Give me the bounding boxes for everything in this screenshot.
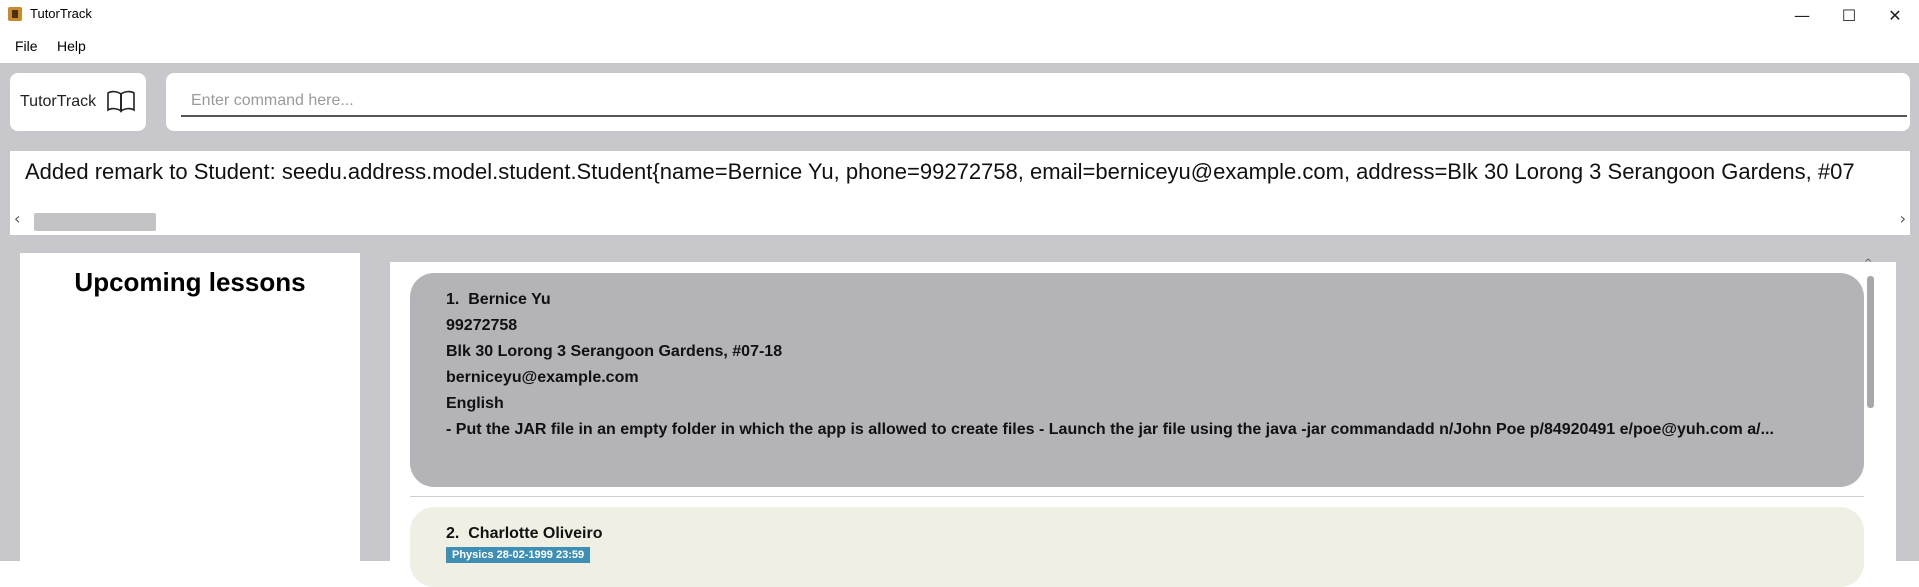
title-bar: TutorTrack — ☐ ✕ (0, 0, 1919, 30)
card-divider (410, 496, 1864, 497)
result-text: Added remark to Student: seedu.address.m… (25, 159, 1855, 184)
student-index: 2. (446, 525, 460, 542)
upcoming-lessons-panel: Upcoming lessons (20, 253, 360, 561)
menu-help[interactable]: Help (57, 38, 86, 54)
brand-label: TutorTrack (20, 93, 97, 110)
brand-box: TutorTrack (10, 73, 146, 131)
student-subject: English (446, 395, 504, 412)
scroll-left-icon[interactable]: ‹ (14, 209, 20, 228)
student-card-selected[interactable]: 1. Bernice Yu 99272758 Blk 30 Lorong 3 S… (410, 273, 1864, 487)
result-display: Added remark to Student: seedu.address.m… (10, 151, 1910, 235)
student-name: 2. Charlotte Oliveiro (446, 525, 602, 543)
horizontal-scrollbar-thumb[interactable] (34, 213, 156, 231)
scroll-right-icon[interactable]: › (1900, 209, 1906, 228)
book-icon (107, 90, 135, 113)
command-box (166, 73, 1910, 131)
minimize-button[interactable]: — (1779, 0, 1825, 30)
student-name-text: Charlotte Oliveiro (468, 525, 603, 542)
scroll-up-icon[interactable]: ^ (1864, 258, 1872, 269)
window-title: TutorTrack (30, 6, 92, 21)
student-email: berniceyu@example.com (446, 369, 639, 386)
student-remark: - Put the JAR file in an empty folder in… (446, 421, 1774, 438)
student-name: 1. Bernice Yu (446, 291, 551, 309)
vertical-scrollbar-thumb[interactable] (1867, 276, 1874, 408)
menu-bar: File Help (0, 30, 1919, 63)
student-address: Blk 30 Lorong 3 Serangoon Gardens, #07-1… (446, 343, 783, 360)
close-button[interactable]: ✕ (1872, 0, 1918, 30)
student-index: 1. (446, 291, 460, 308)
student-card[interactable]: 2. Charlotte Oliveiro Physics 28-02-1999… (410, 507, 1864, 587)
student-phone: 99272758 (446, 317, 518, 334)
command-input[interactable] (181, 87, 1907, 117)
upcoming-lessons-title: Upcoming lessons (74, 267, 306, 297)
student-name-text: Bernice Yu (468, 291, 551, 308)
maximize-button[interactable]: ☐ (1826, 0, 1872, 30)
app-logo-icon (8, 7, 22, 21)
menu-file[interactable]: File (15, 38, 38, 54)
